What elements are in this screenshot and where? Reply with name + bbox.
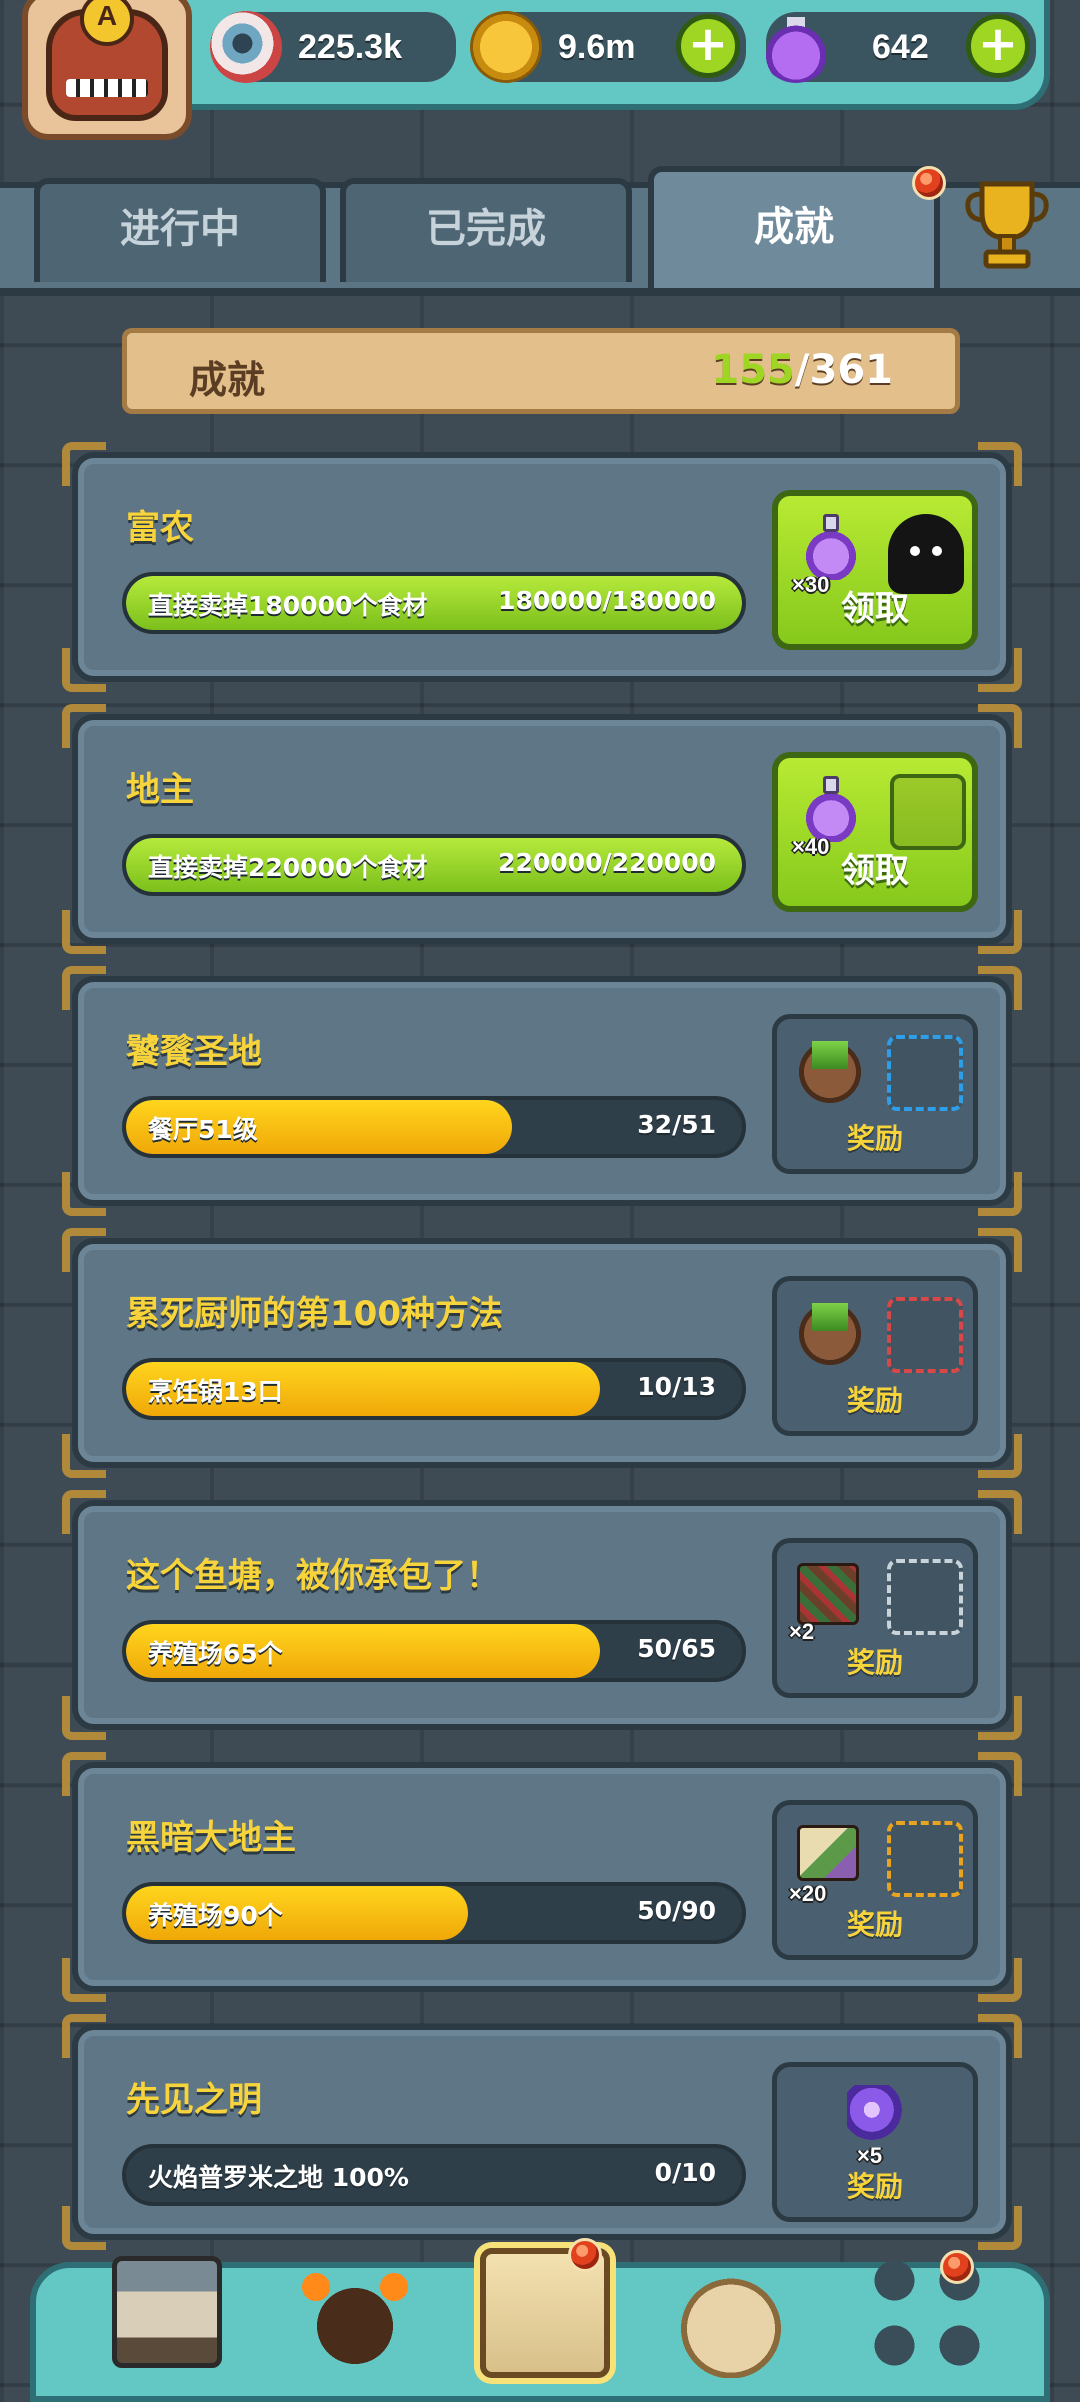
progress-count: 50/65 bbox=[637, 1634, 716, 1663]
eyeball-resource: 225.3k bbox=[210, 11, 456, 83]
task-text: 烹饪锅13口 bbox=[148, 1377, 283, 1406]
task-text: 养殖场65个 bbox=[148, 1639, 283, 1668]
ore-reward-icon bbox=[791, 1033, 865, 1113]
red-frame-reward-icon bbox=[887, 1297, 963, 1373]
reward-preview[interactable]: 奖励 bbox=[772, 1276, 978, 1436]
progress-bar: 烹饪锅13口 10/13 bbox=[122, 1358, 746, 1420]
player-avatar[interactable]: A bbox=[22, 0, 192, 140]
notification-dot-icon bbox=[912, 166, 946, 200]
progress-bar: 火焰普罗米之地 100% 0/10 bbox=[122, 2144, 746, 2206]
reward-preview[interactable]: ×5 奖励 bbox=[772, 2062, 978, 2222]
task-text: 餐厅51级 bbox=[148, 1115, 258, 1144]
eyeball-icon bbox=[210, 11, 282, 83]
book-notification-dot-icon bbox=[568, 2238, 602, 2272]
summary-count: 155/361 bbox=[711, 347, 893, 393]
crystal-reward-icon: ×5 bbox=[839, 2081, 913, 2168]
task-text: 养殖场90个 bbox=[148, 1901, 283, 1930]
tab-achievements[interactable]: 成就 bbox=[648, 166, 940, 288]
summary-total: /361 bbox=[794, 347, 893, 393]
reward-preview[interactable]: ×2 奖励 bbox=[772, 1538, 978, 1698]
achievement-card: 先见之明 火焰普罗米之地 100% 0/10 ×5 奖励 bbox=[62, 2014, 1022, 2250]
resource-bar: 225.3k 9.6m + 642 + bbox=[150, 0, 1050, 110]
reward-label: 奖励 bbox=[846, 1384, 903, 1417]
add-potion-button[interactable]: + bbox=[966, 14, 1030, 78]
achievement-summary: 成就 155/361 bbox=[122, 328, 960, 414]
reward-label: 奖励 bbox=[846, 1908, 903, 1941]
task-text: 直接卖掉220000个食材 bbox=[148, 853, 428, 882]
achievement-card: 富农 直接卖掉180000个食材 180000/180000 ×30 领取 bbox=[62, 442, 1022, 692]
achievement-title: 黑暗大地主 bbox=[126, 1818, 296, 1858]
achievement-card: 累死厨师的第100种方法 烹饪锅13口 10/13 奖励 bbox=[62, 1228, 1022, 1478]
achievement-title: 富农 bbox=[126, 508, 194, 548]
menu-notification-dot-icon bbox=[940, 2250, 974, 2284]
achievement-title: 先见之明 bbox=[126, 2080, 262, 2120]
coin-count: 9.6m bbox=[558, 27, 636, 66]
potion-count: 642 bbox=[872, 27, 929, 66]
progress-count: 50/90 bbox=[637, 1896, 716, 1925]
claim-label: 领取 bbox=[841, 589, 909, 629]
task-text: 直接卖掉180000个食材 bbox=[148, 591, 428, 620]
monster-nav-icon[interactable] bbox=[290, 2248, 420, 2378]
money-bag-nav-icon[interactable] bbox=[666, 2248, 796, 2378]
progress-count: 180000/180000 bbox=[498, 586, 716, 615]
frame-reward-icon bbox=[890, 774, 966, 850]
progress-count: 220000/220000 bbox=[498, 848, 716, 877]
achievement-card: 这个鱼塘，被你承包了！ 养殖场65个 50/65 ×2 奖励 bbox=[62, 1490, 1022, 1740]
potion-reward-icon: ×40 bbox=[792, 772, 868, 859]
trophy-icon[interactable] bbox=[962, 172, 1052, 272]
potion-icon bbox=[760, 11, 832, 83]
tab-in-progress[interactable]: 进行中 bbox=[34, 178, 326, 282]
reward-label: 奖励 bbox=[846, 2170, 903, 2203]
eyeball-count: 225.3k bbox=[298, 27, 402, 66]
achievement-card: 地主 直接卖掉220000个食材 220000/220000 ×40 领取 bbox=[62, 704, 1022, 954]
add-coin-button[interactable]: + bbox=[676, 14, 740, 78]
claim-button[interactable]: ×40 领取 bbox=[772, 752, 978, 912]
progress-bar: 餐厅51级 32/51 bbox=[122, 1096, 746, 1158]
progress-count: 0/10 bbox=[654, 2158, 716, 2187]
ore-reward-icon bbox=[791, 1295, 865, 1375]
task-text: 火焰普罗米之地 100% bbox=[148, 2163, 409, 2192]
reward-label: 奖励 bbox=[846, 1646, 903, 1679]
gold-frame-reward-icon bbox=[887, 1821, 963, 1897]
achievement-card: 饕餮圣地 餐厅51级 32/51 奖励 bbox=[62, 966, 1022, 1216]
progress-bar: 直接卖掉180000个食材 180000/180000 bbox=[122, 572, 746, 634]
reward-preview[interactable]: ×20 奖励 bbox=[772, 1800, 978, 1960]
potion-reward-icon: ×30 bbox=[792, 510, 868, 597]
progress-count: 32/51 bbox=[637, 1110, 716, 1139]
summary-done: 155 bbox=[711, 347, 795, 393]
reward-label: 奖励 bbox=[846, 1122, 903, 1155]
claim-button[interactable]: ×30 领取 bbox=[772, 490, 978, 650]
restaurant-nav-icon[interactable] bbox=[112, 2256, 222, 2368]
blue-frame-reward-icon bbox=[887, 1035, 963, 1111]
achievement-title: 这个鱼塘，被你承包了！ bbox=[126, 1556, 500, 1596]
achievement-card: 黑暗大地主 养殖场90个 50/90 ×20 奖励 bbox=[62, 1752, 1022, 2002]
tab-completed[interactable]: 已完成 bbox=[340, 178, 632, 282]
white-frame-reward-icon bbox=[887, 1559, 963, 1635]
progress-count: 10/13 bbox=[637, 1372, 716, 1401]
progress-bar: 直接卖掉220000个食材 220000/220000 bbox=[122, 834, 746, 896]
summary-label: 成就 bbox=[189, 358, 266, 402]
map-reward-icon: ×20 bbox=[789, 1819, 865, 1906]
recipe-book-reward-icon: ×2 bbox=[789, 1557, 865, 1644]
reward-preview[interactable]: 奖励 bbox=[772, 1014, 978, 1174]
achievement-title: 地主 bbox=[126, 770, 194, 810]
progress-bar: 养殖场65个 50/65 bbox=[122, 1620, 746, 1682]
progress-bar: 养殖场90个 50/90 bbox=[122, 1882, 746, 1944]
claim-label: 领取 bbox=[841, 851, 909, 891]
coin-icon bbox=[470, 11, 542, 83]
achievement-title: 累死厨师的第100种方法 bbox=[126, 1294, 503, 1334]
achievement-title: 饕餮圣地 bbox=[126, 1032, 262, 1072]
